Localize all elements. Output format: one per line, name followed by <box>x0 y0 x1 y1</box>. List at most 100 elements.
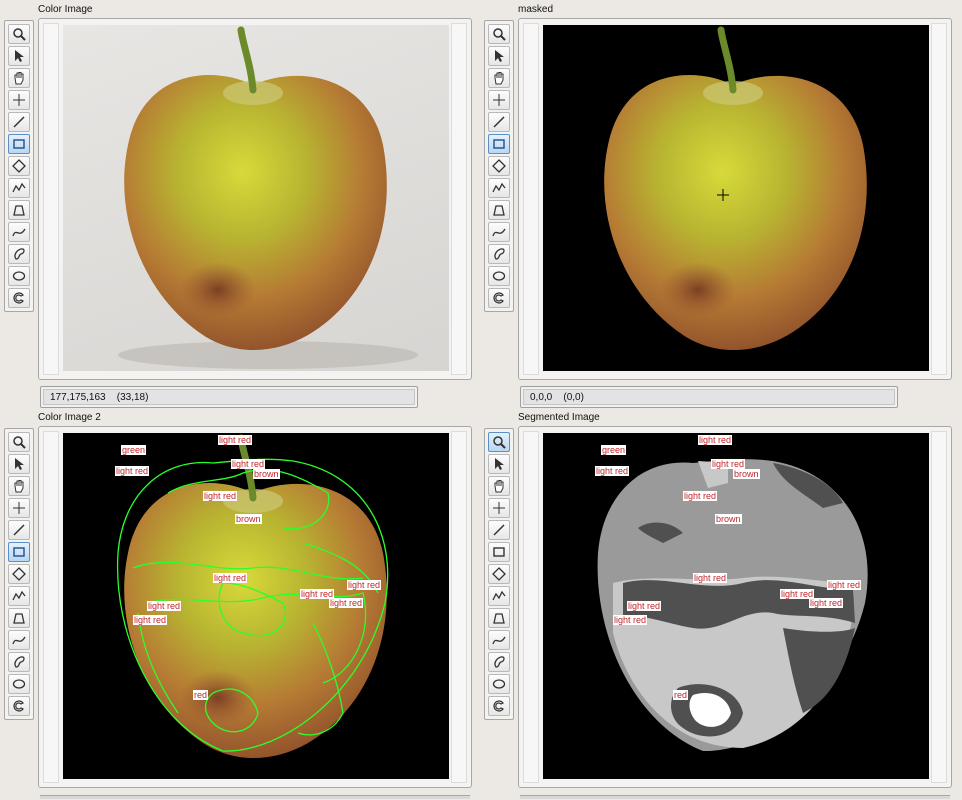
image-frame-color-image <box>38 18 472 380</box>
pan-hand-icon <box>494 480 504 493</box>
broken-annulus-tool[interactable] <box>488 696 510 716</box>
broken-annulus-tool[interactable] <box>8 696 30 716</box>
region-label: light red <box>693 573 728 583</box>
polyline-tool[interactable] <box>8 178 30 198</box>
oval-tool[interactable] <box>488 266 510 286</box>
line-tool[interactable] <box>488 112 510 132</box>
broken-annulus-icon <box>493 292 504 304</box>
rotated-rect-tool[interactable] <box>8 564 30 584</box>
pan-tool[interactable] <box>488 68 510 88</box>
scroll-left <box>43 431 59 783</box>
pointer-tool[interactable] <box>488 46 510 66</box>
rotated-rect-icon <box>12 567 26 581</box>
region-label: brown <box>253 469 280 479</box>
oval-tool[interactable] <box>8 266 30 286</box>
polyline-tool[interactable] <box>488 586 510 606</box>
pan-hand-icon <box>14 72 24 85</box>
pixel-value: 177,175,163 <box>50 392 106 403</box>
freehand-tool[interactable] <box>488 630 510 650</box>
region-label: light red <box>218 435 253 445</box>
line-tool[interactable] <box>8 520 30 540</box>
pointer-icon <box>495 458 504 470</box>
zoom-icon <box>13 436 26 449</box>
panel-title-masked: masked <box>518 4 554 15</box>
closed-freehand-tool[interactable] <box>488 652 510 672</box>
line-tool[interactable] <box>8 112 30 132</box>
image-view-color-image-2[interactable]: green light red light red light red brow… <box>63 433 449 779</box>
toolbar-segmented-image <box>484 428 514 720</box>
pan-tool[interactable] <box>488 476 510 496</box>
region-label: brown <box>715 514 742 524</box>
freehand-tool[interactable] <box>8 222 30 242</box>
polyline-icon <box>12 182 26 193</box>
broken-annulus-tool[interactable] <box>8 288 30 308</box>
rectangle-tool[interactable] <box>8 134 30 154</box>
crosshair-tool[interactable] <box>488 498 510 518</box>
scroll-right <box>451 23 467 375</box>
region-label: light red <box>613 615 648 625</box>
rotated-rect-icon <box>492 159 506 173</box>
crosshair-tool[interactable] <box>8 90 30 110</box>
region-label: red <box>193 690 209 700</box>
polyline-tool[interactable] <box>8 586 30 606</box>
freehand-icon <box>12 636 26 645</box>
rectangle-tool[interactable] <box>8 542 30 562</box>
rotated-rect-icon <box>492 567 506 581</box>
region-label: light red <box>683 491 718 501</box>
freehand-tool[interactable] <box>8 630 30 650</box>
oval-tool[interactable] <box>8 674 30 694</box>
toolbar-masked <box>484 20 514 312</box>
broken-annulus-icon <box>13 700 24 712</box>
pan-tool[interactable] <box>8 476 30 496</box>
zoom-icon <box>493 28 506 41</box>
line-tool[interactable] <box>488 520 510 540</box>
toolbar-color-image <box>4 20 34 312</box>
status-bar-masked: 0,0,0 (0,0) <box>520 386 898 408</box>
rotated-rect-icon <box>12 159 26 173</box>
zoom-tool[interactable] <box>488 432 510 452</box>
rectangle-tool[interactable] <box>488 134 510 154</box>
pointer-tool[interactable] <box>8 454 30 474</box>
region-label: light red <box>347 580 382 590</box>
rotated-rect-tool[interactable] <box>8 156 30 176</box>
crosshair-tool[interactable] <box>8 498 30 518</box>
annulus-tool[interactable] <box>8 200 30 220</box>
image-view-segmented-image[interactable]: green light red light red light red brow… <box>543 433 929 779</box>
pointer-icon <box>495 50 504 62</box>
rotated-rect-tool[interactable] <box>488 564 510 584</box>
annulus-icon <box>493 613 505 624</box>
annulus-icon <box>13 613 25 624</box>
contoured-apple-image <box>116 433 449 779</box>
closed-freehand-tool[interactable] <box>8 652 30 672</box>
freehand-icon <box>492 228 506 237</box>
status-bar-color-image-2 <box>40 795 470 799</box>
oval-tool[interactable] <box>488 674 510 694</box>
annulus-tool[interactable] <box>488 608 510 628</box>
freehand-tool[interactable] <box>488 222 510 242</box>
annulus-tool[interactable] <box>488 200 510 220</box>
rectangle-tool[interactable] <box>488 542 510 562</box>
masked-apple-image <box>543 25 929 371</box>
closed-freehand-icon <box>494 248 505 260</box>
image-view-color-image[interactable] <box>63 25 449 371</box>
zoom-tool[interactable] <box>8 24 30 44</box>
pan-tool[interactable] <box>8 68 30 88</box>
pixel-coordinate: (0,0) <box>563 392 584 403</box>
rotated-rect-tool[interactable] <box>488 156 510 176</box>
closed-freehand-icon <box>14 656 25 668</box>
broken-annulus-tool[interactable] <box>488 288 510 308</box>
closed-freehand-tool[interactable] <box>488 244 510 264</box>
closed-freehand-tool[interactable] <box>8 244 30 264</box>
polyline-tool[interactable] <box>488 178 510 198</box>
image-view-masked[interactable] <box>543 25 929 371</box>
zoom-tool[interactable] <box>8 432 30 452</box>
line-icon <box>493 116 505 128</box>
annulus-tool[interactable] <box>8 608 30 628</box>
broken-annulus-icon <box>493 700 504 712</box>
zoom-tool[interactable] <box>488 24 510 44</box>
pointer-tool[interactable] <box>488 454 510 474</box>
scroll-right <box>451 431 467 783</box>
pointer-tool[interactable] <box>8 46 30 66</box>
crosshair-tool[interactable] <box>488 90 510 110</box>
polyline-icon <box>492 590 506 601</box>
